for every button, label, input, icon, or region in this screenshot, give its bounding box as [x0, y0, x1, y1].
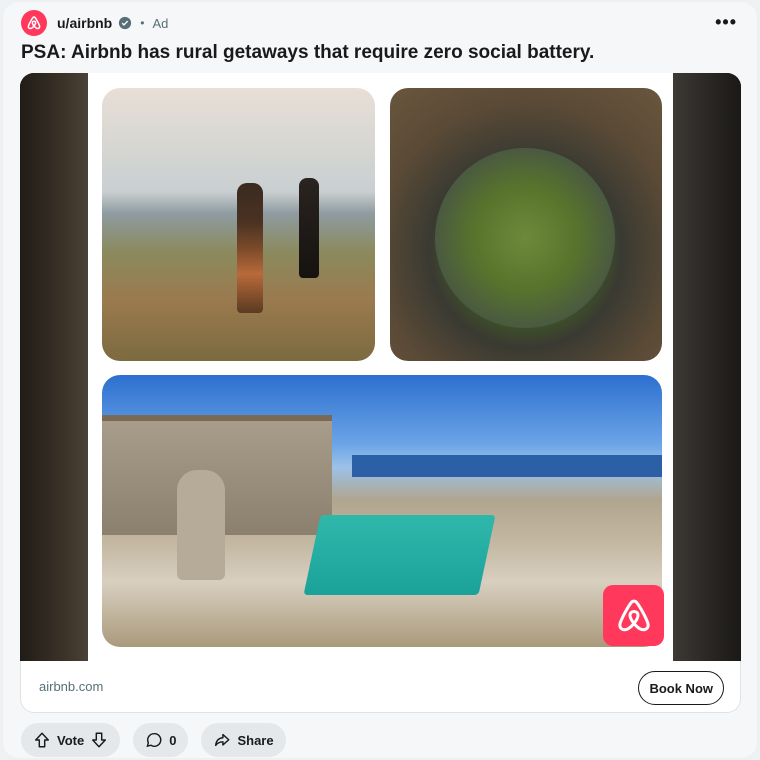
more-options-button[interactable]: ••• — [715, 12, 737, 33]
share-icon — [213, 731, 231, 749]
book-now-button[interactable]: Book Now — [638, 671, 724, 705]
post-title[interactable]: PSA: Airbnb has rural getaways that requ… — [21, 42, 594, 64]
username[interactable]: u/airbnb — [57, 15, 112, 31]
airbnb-logo-icon — [617, 599, 650, 631]
ad-footer: airbnb.com Book Now — [20, 661, 741, 713]
artichoke-bowl — [435, 148, 615, 328]
rock-pillar — [177, 470, 225, 580]
food-photo — [390, 88, 662, 361]
airbnb-logo-icon — [27, 16, 41, 30]
ad-domain[interactable]: airbnb.com — [39, 679, 103, 694]
media-blur-right — [673, 73, 741, 661]
comments-button[interactable]: 0 — [133, 723, 189, 757]
ad-label: Ad — [152, 15, 169, 31]
post-header: u/airbnb • Ad — [21, 10, 168, 36]
villa-pool-photo — [102, 375, 662, 647]
vote-control: Vote — [21, 723, 121, 757]
hiking-photo — [102, 88, 375, 361]
upvote-icon[interactable] — [33, 731, 51, 749]
ad-post-card: u/airbnb • Ad ••• PSA: Airbnb has rural … — [3, 2, 757, 758]
media-blur-left — [20, 73, 88, 661]
hiker-figure — [299, 178, 319, 278]
avatar[interactable] — [21, 10, 47, 36]
downvote-icon[interactable] — [90, 731, 108, 749]
action-bar: Vote 0 Share — [21, 723, 286, 757]
comment-count: 0 — [169, 732, 177, 748]
share-button[interactable]: Share — [201, 723, 286, 757]
vote-label: Vote — [57, 732, 85, 748]
share-label: Share — [237, 732, 274, 748]
ad-media[interactable] — [20, 73, 741, 661]
comment-icon — [145, 731, 163, 749]
verified-badge-icon — [119, 16, 132, 30]
sea-strip — [352, 455, 662, 477]
swimming-pool — [303, 515, 496, 595]
hiker-figure — [237, 183, 263, 313]
airbnb-logo-badge — [603, 585, 664, 646]
separator-dot: • — [140, 16, 145, 30]
